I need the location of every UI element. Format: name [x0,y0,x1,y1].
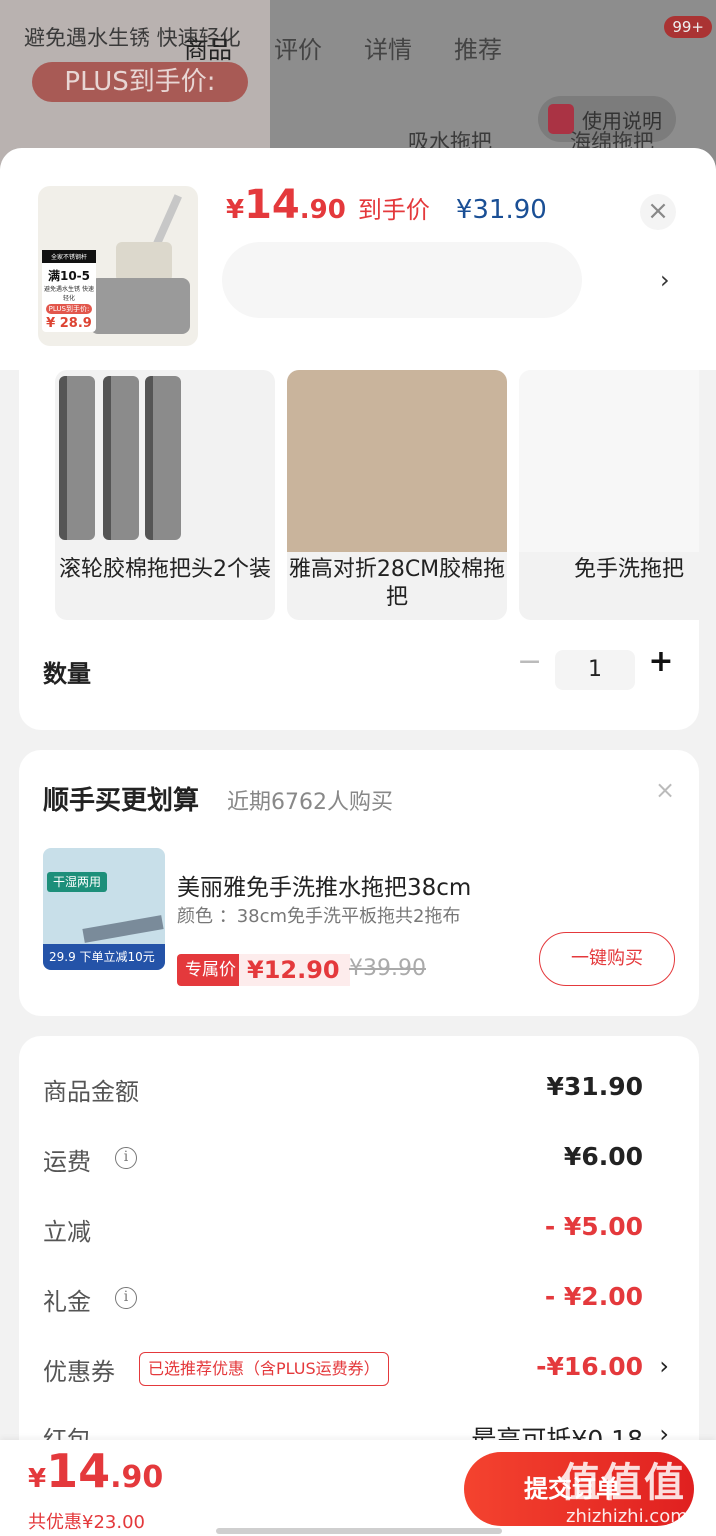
coupon-selected-chip[interactable]: 已选推荐优惠（含PLUS运费券） [139,1352,389,1386]
message-badge: 99+ [664,16,712,38]
coupon-label: 优惠券 [43,1358,115,1386]
discount-value: - ¥5.00 [544,1212,643,1241]
roller-graphic [103,376,139,540]
exclusive-price-tag: 专属价 [177,954,244,986]
watermark-url: zhizhizhi.com [566,1506,688,1527]
roller-graphic [145,376,181,540]
quantity-label: 数量 [43,660,91,688]
shipping-value: ¥6.00 [563,1142,643,1171]
addon-subtitle: 近期6762人购买 [227,790,393,815]
subtotal-label: 商品金额 [43,1078,139,1106]
total-currency: ¥ [28,1464,47,1494]
one-click-buy-button[interactable]: 一键购买 [539,932,675,986]
mop-head-graphic [90,278,190,334]
thumb-tag-plus: PLUS到手价: [46,304,92,314]
addon-product-name[interactable]: 美丽雅免手洗推水拖把38cm [177,868,471,902]
info-icon[interactable]: i [115,1147,137,1169]
background-tabs: 商品 评价 详情 推荐 [184,30,502,65]
chevron-right-icon[interactable]: › [660,266,670,294]
chevron-right-icon[interactable]: › [659,1352,669,1380]
mop-handle-graphic [116,242,172,282]
gift-money-value: - ¥2.00 [544,1282,643,1311]
final-price-row: ¥ 14 .90 到手价 ¥31.90 [226,182,547,228]
spec-option-image [55,370,275,552]
spec-options-card: 滚轮胶棉拖把头2个装 雅高对折28CM胶棉拖把 免手洗拖把 数量 − 1 + [19,370,699,730]
price-integer: 14 [244,182,300,228]
mop-graphic [82,915,164,943]
spec-option-image [287,370,507,552]
original-price: ¥31.90 [455,195,547,225]
subtotal-value: ¥31.90 [546,1072,643,1101]
home-indicator[interactable] [216,1528,502,1534]
spec-option-image [519,370,699,552]
product-header: 全家不锈钢杆 满10-5 避免遇水生锈 快速轻化 PLUS到手价: ¥ 28.9… [0,148,716,370]
spec-option-label: 雅高对折28CM胶棉拖把 [288,557,506,610]
quantity-plus-button[interactable]: + [647,644,675,679]
close-icon[interactable]: × [640,194,676,230]
thumb-tag-top: 全家不锈钢杆 [42,250,96,263]
spec-option-1[interactable]: 滚轮胶棉拖把头2个装 [55,370,275,620]
thumb-tag-promo: 满10-5 [47,269,91,283]
spec-option-3[interactable]: 免手洗拖把 [519,370,699,620]
tab-reviews: 评价 [274,36,322,64]
total-integer: 14 [46,1444,111,1498]
total-decimal: .90 [110,1460,164,1495]
addon-old-price: ¥39.90 [349,956,426,981]
spec-option-2[interactable]: 雅高对折28CM胶棉拖把 [287,370,507,620]
order-sheet: 全家不锈钢杆 满10-5 避免遇水生锈 快速轻化 PLUS到手价: ¥ 28.9… [0,148,716,1536]
quantity-minus-button[interactable]: − [517,644,542,679]
roller-graphic [59,376,95,540]
tab-product: 商品 [184,36,232,64]
price-decimal: .90 [299,195,346,225]
close-icon[interactable]: × [655,776,675,804]
shipping-label: 运费 [43,1148,91,1176]
addon-price: ¥12.90 [239,954,350,986]
gift-money-label: 礼金 [43,1288,91,1316]
addon-thumb-blue-tag: 29.9 下单立减10元 [43,944,165,970]
tab-details: 详情 [364,36,412,64]
quantity-input[interactable]: 1 [555,650,635,690]
background-plus-price: PLUS到手价: [32,62,248,102]
coupon-value[interactable]: -¥16.00 [536,1352,643,1381]
selected-spec-placeholder[interactable] [222,242,582,318]
addon-product-color: 颜色 ：38cm免手洗平板拖共2拖布 [177,906,461,927]
addon-product-thumbnail[interactable]: 干湿两用 29.9 下单立减10元 [43,848,165,970]
thumbnail-promo-tag: 全家不锈钢杆 满10-5 避免遇水生锈 快速轻化 PLUS到手价: ¥ 28.9 [42,250,96,332]
total-price: ¥ 14 .90 [28,1444,163,1498]
spec-option-label: 滚轮胶棉拖把头2个装 [59,557,271,582]
thumb-tag-price: ¥ 28.9 [46,316,92,331]
watermark-logo: 值值值 [560,1460,686,1506]
price-currency: ¥ [226,195,245,225]
tab-recommend: 推荐 [454,36,502,64]
spec-option-label: 免手洗拖把 [573,557,684,582]
addon-title: 顺手买更划算 [43,786,200,816]
product-thumbnail[interactable]: 全家不锈钢杆 满10-5 避免遇水生锈 快速轻化 PLUS到手价: ¥ 28.9 [38,186,198,346]
price-suffix: 到手价 [357,196,430,224]
addon-recommend-card: 顺手买更划算 近期6762人购买 × 干湿两用 29.9 下单立减10元 美丽雅… [19,750,699,1016]
thumb-tag-line: 避免遇水生锈 快速轻化 [44,286,94,302]
addon-thumb-green-tag: 干湿两用 [47,872,107,892]
discount-label: 立减 [43,1218,91,1246]
total-saving: 共优惠¥23.00 [28,1512,145,1533]
info-icon[interactable]: i [115,1287,137,1309]
